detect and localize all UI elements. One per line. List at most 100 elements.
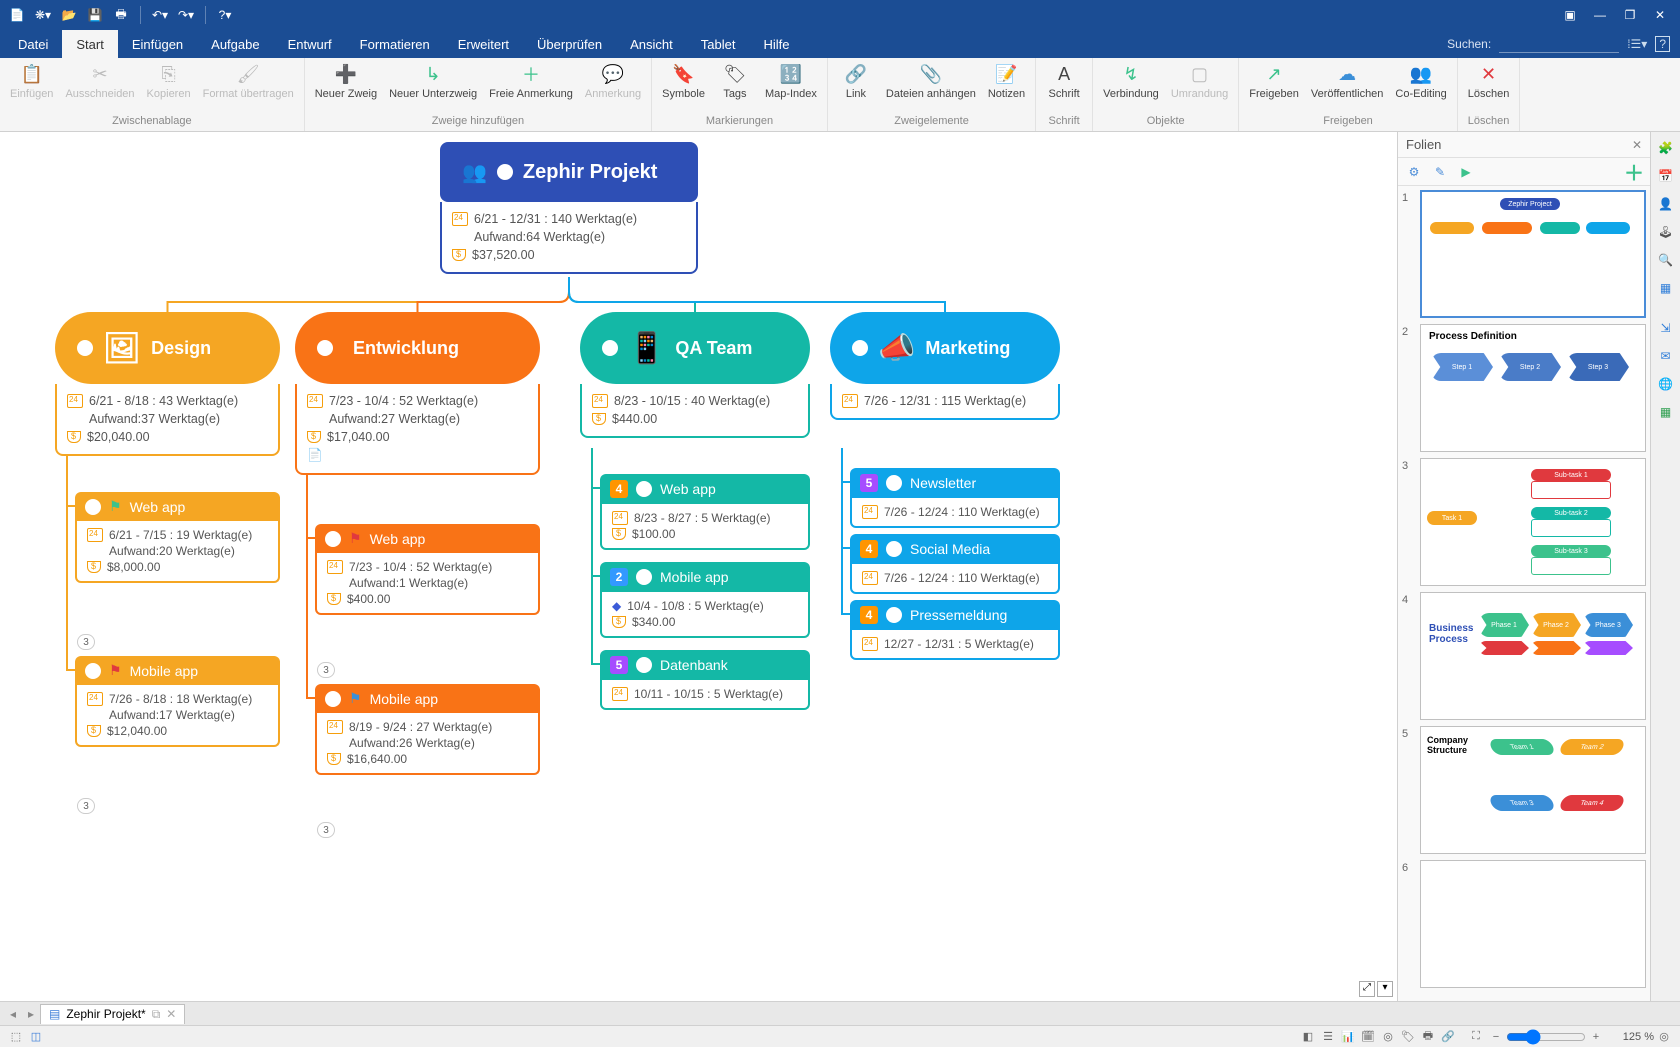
tab-hilfe[interactable]: Hilfe (749, 30, 803, 58)
ribbon-link-button[interactable]: 🔗Link (834, 60, 878, 102)
ribbon-free-note-button[interactable]: ＋Freie Anmerkung (485, 60, 577, 102)
ribbon-new-branch-button[interactable]: ➕Neuer Zweig (311, 60, 381, 102)
maximize-icon[interactable]: ❐ (1616, 4, 1644, 26)
sb-link-icon[interactable]: 🔗 (1438, 1028, 1458, 1046)
ribbon-font-button[interactable]: ASchrift (1042, 60, 1086, 102)
slides-add-icon[interactable]: ＋ (1624, 162, 1644, 182)
sidebar-outlook-icon[interactable]: ✉ (1654, 344, 1678, 368)
sb-icons-icon[interactable]: ◎ (1378, 1028, 1398, 1046)
sb-fit-icon[interactable]: ⛶ (1466, 1028, 1486, 1046)
sb-outline-icon[interactable]: ☰ (1318, 1028, 1338, 1046)
zoom-out-icon[interactable]: − (1486, 1028, 1506, 1046)
sb-mapview-icon[interactable]: ◧ (1298, 1028, 1318, 1046)
help-dropdown-icon[interactable]: ?▾ (214, 4, 236, 26)
tab-entwurf[interactable]: Entwurf (274, 30, 346, 58)
ribbon-border-button[interactable]: ▢Umrandung (1167, 60, 1232, 102)
tab-ansicht[interactable]: Ansicht (616, 30, 687, 58)
sb-view1-icon[interactable]: ⬚ (6, 1028, 26, 1046)
child-node[interactable]: ⚑Mobile app8/19 - 9/24 : 27 Werktag(e)Au… (315, 684, 540, 775)
tab-datei[interactable]: Datei (4, 30, 62, 58)
tab-einfuegen[interactable]: Einfügen (118, 30, 197, 58)
child-node[interactable]: 4Pressemeldung12/27 - 12/31 : 5 Werktag(… (850, 600, 1060, 660)
slide-thumbnail[interactable]: 4Business ProcessPhase 1Phase 2Phase 3 (1402, 592, 1646, 720)
child-node[interactable]: 4Web app8/23 - 8/27 : 5 Werktag(e)$100.0… (600, 474, 810, 550)
branch-node[interactable]: Entwicklung 7/23 - 10/4 : 52 Werktag(e)A… (295, 312, 540, 475)
branch-node[interactable]: 📣 Marketing 7/26 - 12/31 : 115 Werktag(e… (830, 312, 1060, 420)
minimize-icon[interactable]: — (1586, 4, 1614, 26)
search-input[interactable] (1499, 35, 1619, 53)
child-node[interactable]: 5Newsletter7/26 - 12/24 : 110 Werktag(e) (850, 468, 1060, 528)
collapse-ribbon-icon[interactable]: ▣ (1556, 4, 1584, 26)
ribbon-cut-button[interactable]: ✂Ausschneiden (61, 60, 138, 102)
style-icon[interactable]: ❋▾ (32, 4, 54, 26)
branch-node[interactable]: 📱 QA Team 8/23 - 10/15 : 40 Werktag(e)$4… (580, 312, 810, 438)
help-icon[interactable]: ? (1655, 36, 1670, 52)
tab-start[interactable]: Start (62, 30, 117, 58)
new-file-icon[interactable]: 📄 (6, 4, 28, 26)
sb-tag-icon[interactable]: 🏷 (1398, 1028, 1418, 1046)
sidebar-task-icon[interactable]: 📅 (1654, 164, 1678, 188)
panel-close-icon[interactable]: ✕ (1632, 138, 1642, 152)
ribbon-paste-button[interactable]: 📋Einfügen (6, 60, 57, 102)
branch-node[interactable]: 🖼 Design 6/21 - 8/18 : 43 Werktag(e)Aufw… (55, 312, 280, 456)
child-node[interactable]: ⚑Web app7/23 - 10/4 : 52 Werktag(e)Aufwa… (315, 524, 540, 615)
search-options-icon[interactable]: ⁞☰▾ (1627, 37, 1647, 51)
sb-schedule-icon[interactable]: 🗓 (1358, 1028, 1378, 1046)
close-icon[interactable]: ✕ (1646, 4, 1674, 26)
sb-view2-icon[interactable]: ◫ (26, 1028, 46, 1046)
ribbon-coedit-button[interactable]: 👥Co-Editing (1391, 60, 1450, 102)
ribbon-delete-button[interactable]: ✕Löschen (1464, 60, 1514, 102)
slide-thumbnail[interactable]: 1Zephir Project (1402, 190, 1646, 318)
slides-play-icon[interactable]: ▶ (1456, 162, 1476, 182)
ribbon-new-subbranch-button[interactable]: ↳Neuer Unterzweig (385, 60, 481, 102)
slide-thumbnail[interactable]: 6 (1402, 860, 1646, 988)
child-count-pill[interactable]: 3 (317, 822, 335, 838)
ribbon-connection-button[interactable]: ↯Verbindung (1099, 60, 1163, 102)
child-node[interactable]: ⚑Web app6/21 - 7/15 : 19 Werktag(e)Aufwa… (75, 492, 280, 583)
sidebar-web-icon[interactable]: 🌐 (1654, 372, 1678, 396)
child-count-pill[interactable]: 3 (77, 634, 95, 650)
ribbon-brush-button[interactable]: 🖌Format übertragen (199, 60, 298, 102)
ribbon-symbols-button[interactable]: 🔖Symbole (658, 60, 709, 102)
tab-formatieren[interactable]: Formatieren (346, 30, 444, 58)
child-node[interactable]: 5Datenbank10/11 - 10/15 : 5 Werktag(e) (600, 650, 810, 710)
root-node[interactable]: 👥 Zephir Projekt 6/21 - 12/31 : 140 Werk… (440, 142, 698, 274)
sidebar-excel-icon[interactable]: ▦ (1654, 400, 1678, 424)
tab-erweitert[interactable]: Erweitert (444, 30, 523, 58)
doctab-next[interactable]: ▸ (22, 1007, 40, 1021)
slides-settings-icon[interactable]: ⚙ (1404, 162, 1424, 182)
ribbon-share-button[interactable]: ↗Freigeben (1245, 60, 1303, 102)
child-node[interactable]: 2Mobile app◆10/4 - 10/8 : 5 Werktag(e)$3… (600, 562, 810, 638)
redo-icon[interactable]: ↷▾ (175, 4, 197, 26)
sidebar-user-icon[interactable]: 👤 (1654, 192, 1678, 216)
zoom-slider[interactable] (1506, 1029, 1586, 1045)
sidebar-format-icon[interactable]: ▦ (1654, 276, 1678, 300)
sidebar-export-icon[interactable]: ⇲ (1654, 316, 1678, 340)
print-icon[interactable]: 🖶 (110, 4, 132, 26)
ribbon-copy-button[interactable]: ⎘Kopieren (143, 60, 195, 102)
doctab-prev[interactable]: ◂ (4, 1007, 22, 1021)
slides-edit-icon[interactable]: ✎ (1430, 162, 1450, 182)
doc-close-icon[interactable]: ✕ (166, 1007, 176, 1021)
undo-icon[interactable]: ↶▾ (149, 4, 171, 26)
sb-gantt-icon[interactable]: 📊 (1338, 1028, 1358, 1046)
child-node[interactable]: ⚑Mobile app7/26 - 8/18 : 18 Werktag(e)Au… (75, 656, 280, 747)
canvas-expand-icon[interactable]: ⤢ (1359, 981, 1375, 997)
tab-aufgabe[interactable]: Aufgabe (197, 30, 273, 58)
save-icon[interactable]: 💾 (84, 4, 106, 26)
tab-ueberpruefen[interactable]: Überprüfen (523, 30, 616, 58)
ribbon-note-button[interactable]: 💬Anmerkung (581, 60, 645, 102)
child-node[interactable]: 4Social Media7/26 - 12/24 : 110 Werktag(… (850, 534, 1060, 594)
document-tab[interactable]: ▤ Zephir Projekt* ⧉ ✕ (40, 1004, 185, 1024)
sidebar-search-icon[interactable]: 🔍 (1654, 248, 1678, 272)
child-count-pill[interactable]: 3 (317, 662, 335, 678)
ribbon-map-index-button[interactable]: 🔢Map-Index (761, 60, 821, 102)
canvas[interactable]: 👥 Zephir Projekt 6/21 - 12/31 : 140 Werk… (0, 132, 1397, 1001)
slide-thumbnail[interactable]: 3Task 1Sub-task 1Sub-task 2Sub-task 3 (1402, 458, 1646, 586)
slide-thumbnail[interactable]: 2Process DefinitionStep 1Step 2Step 3 (1402, 324, 1646, 452)
doc-popup-icon[interactable]: ⧉ (152, 1007, 161, 1022)
ribbon-attach-button[interactable]: 📎Dateien anhängen (882, 60, 980, 102)
tab-tablet[interactable]: Tablet (687, 30, 750, 58)
child-count-pill[interactable]: 3 (77, 798, 95, 814)
ribbon-notes-button[interactable]: 📝Notizen (984, 60, 1029, 102)
